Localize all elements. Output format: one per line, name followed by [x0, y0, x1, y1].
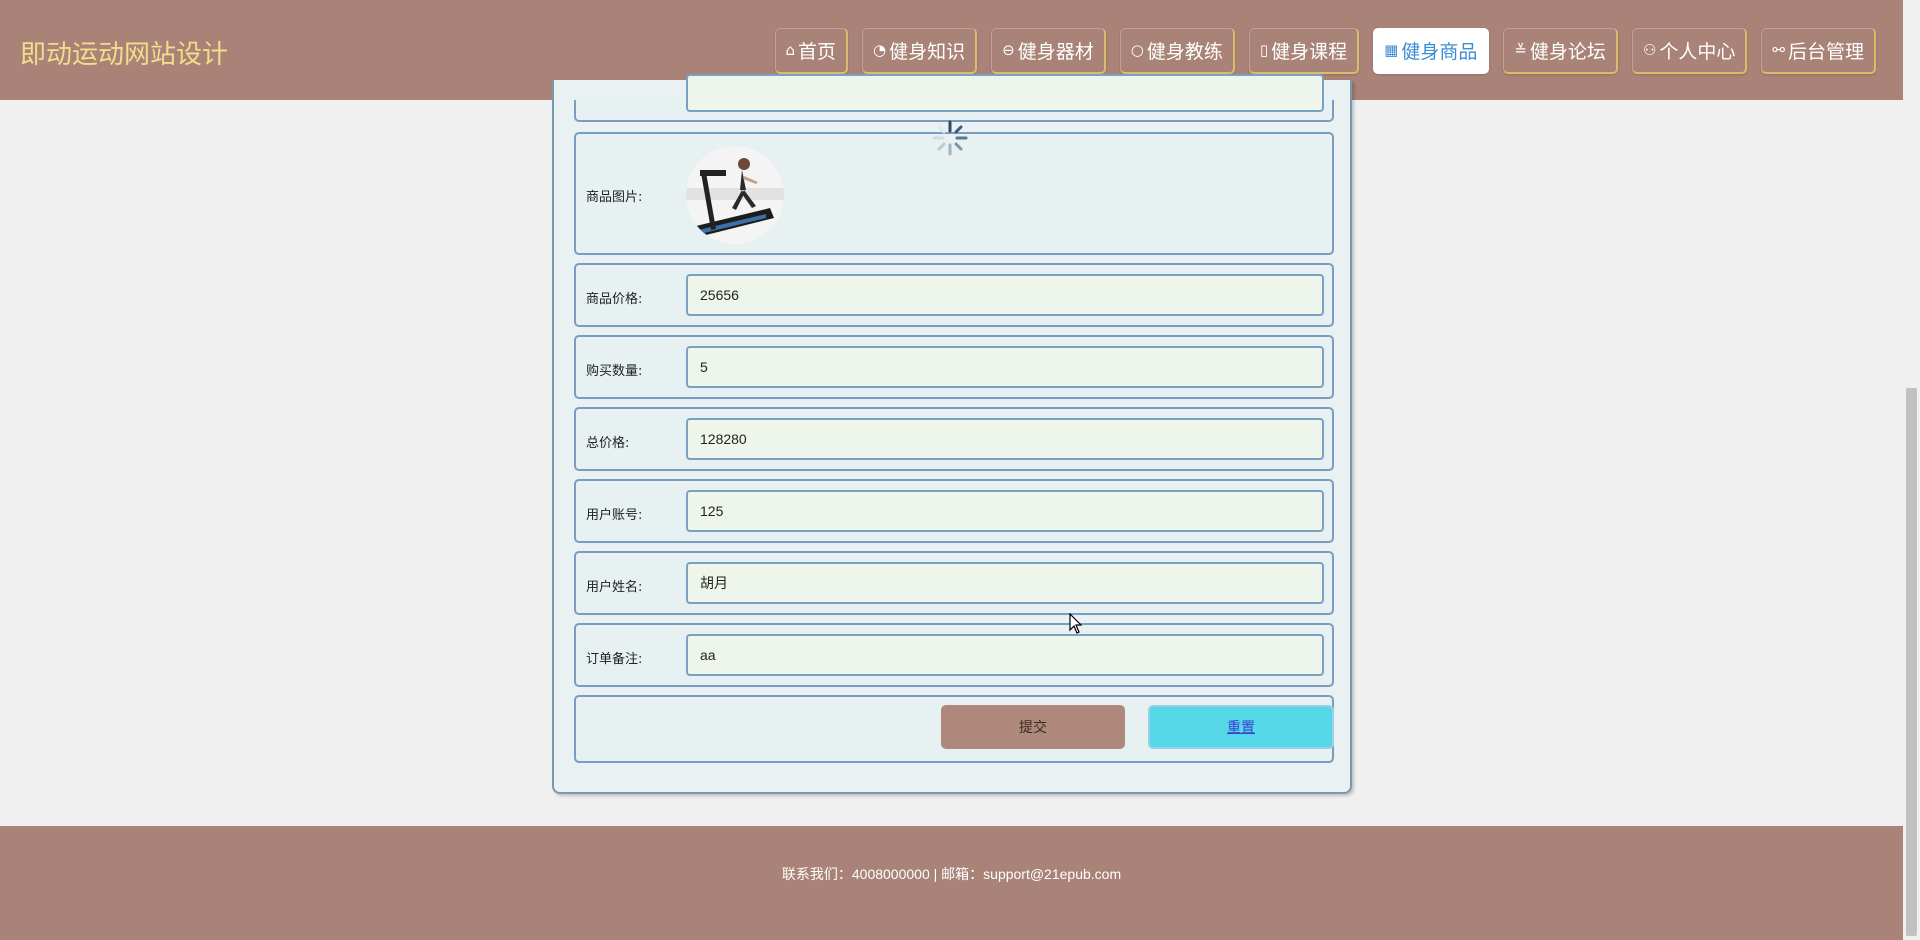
- loading-spinner-icon: [932, 120, 968, 156]
- grid-icon: ▦: [1384, 41, 1399, 59]
- product-image: [686, 146, 784, 244]
- form-row-total: 总价格: 128280: [574, 407, 1334, 471]
- nav-item-fitness-equipment[interactable]: ⊖ 健身器材: [991, 28, 1106, 74]
- forum-icon: ≚: [1514, 41, 1527, 59]
- form-row-quantity: 购买数量: 5: [574, 335, 1334, 399]
- total-input[interactable]: 128280: [686, 418, 1324, 460]
- price-label: 商品价格:: [586, 292, 643, 307]
- nav-item-label: 健身教练: [1146, 41, 1223, 63]
- account-input[interactable]: 125: [686, 490, 1324, 532]
- site-title[interactable]: 即动运动网站设计: [20, 34, 228, 71]
- order-form: 商品图片: 商品价格: 25656 购买数量: 5 总价格: 128280 用户…: [552, 74, 1352, 794]
- nav-item-label: 健身论坛: [1529, 41, 1606, 63]
- nav-item-label: 健身知识: [889, 41, 966, 63]
- name-label: 用户姓名:: [586, 580, 643, 595]
- form-row-actions: 提交 重置: [574, 695, 1334, 763]
- nav-item-admin[interactable]: ⚯ 后台管理: [1761, 28, 1876, 74]
- equipment-icon: ⊖: [1002, 41, 1015, 59]
- scrollbar-thumb[interactable]: [1906, 388, 1917, 936]
- remark-label: 订单备注:: [586, 652, 643, 667]
- form-row-name: 用户姓名: 胡月: [574, 551, 1334, 615]
- quantity-label: 购买数量:: [586, 364, 643, 379]
- site-footer: 联系我们：4008000000 | 邮箱：support@21epub.com: [0, 826, 1903, 940]
- user-icon: ⚇: [1642, 41, 1657, 59]
- price-input[interactable]: 25656: [686, 274, 1324, 316]
- nav-item-label: 后台管理: [1787, 41, 1864, 63]
- main-nav: ⌂ 首页 ◔ 健身知识 ⊖ 健身器材 ○ 健身教练 ▯ 健身课程 ▦ 健身商品 …: [774, 28, 1876, 74]
- quantity-input[interactable]: 5: [686, 346, 1324, 388]
- link-icon: ⚯: [1772, 41, 1785, 59]
- form-row-remark: 订单备注: aa: [574, 623, 1334, 687]
- name-input[interactable]: 胡月: [686, 562, 1324, 604]
- nav-item-personal-center[interactable]: ⚇ 个人中心: [1631, 28, 1748, 74]
- footer-contact: 联系我们：4008000000 | 邮箱：support@21epub.com: [781, 866, 1122, 882]
- nav-item-fitness-course[interactable]: ▯ 健身课程: [1248, 28, 1360, 74]
- reset-button[interactable]: 重置: [1148, 705, 1334, 749]
- submit-button[interactable]: 提交: [941, 705, 1125, 749]
- total-label: 总价格:: [586, 436, 630, 451]
- remark-input[interactable]: aa: [686, 634, 1324, 676]
- nav-item-label: 健身课程: [1271, 41, 1348, 63]
- home-icon: ⌂: [785, 41, 796, 59]
- coach-icon: ○: [1130, 41, 1144, 59]
- nav-item-label: 健身器材: [1017, 41, 1094, 63]
- nav-item-fitness-knowledge[interactable]: ◔ 健身知识: [862, 28, 978, 74]
- nav-item-label: 健身商品: [1401, 41, 1478, 63]
- form-row-account: 用户账号: 125: [574, 479, 1334, 543]
- nav-item-fitness-goods[interactable]: ▦ 健身商品: [1373, 28, 1490, 74]
- nav-item-fitness-coach[interactable]: ○ 健身教练: [1119, 28, 1235, 74]
- page-scrollbar[interactable]: [1903, 0, 1920, 940]
- treadmill-image-icon: [686, 146, 784, 244]
- nav-item-fitness-forum[interactable]: ≚ 健身论坛: [1503, 28, 1618, 74]
- clipped-input[interactable]: [686, 74, 1324, 112]
- mouse-cursor-icon: [1069, 613, 1083, 634]
- nav-item-home[interactable]: ⌂ 首页: [774, 28, 849, 74]
- nav-item-label: 个人中心: [1659, 41, 1736, 63]
- account-label: 用户账号:: [586, 508, 643, 523]
- course-icon: ▯: [1259, 41, 1269, 59]
- dashboard-icon: ◔: [873, 41, 887, 59]
- nav-item-label: 首页: [798, 41, 837, 63]
- image-label: 商品图片:: [586, 190, 643, 205]
- form-row-price: 商品价格: 25656: [574, 263, 1334, 327]
